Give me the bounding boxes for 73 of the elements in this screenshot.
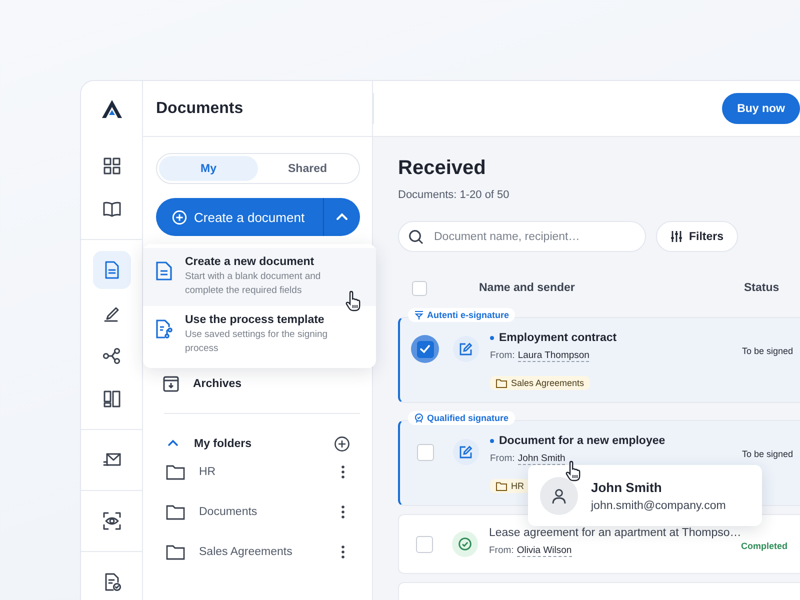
folder-item[interactable]: Sales Agreements — [199, 546, 341, 558]
signature-icon — [414, 310, 424, 320]
select-all-checkbox[interactable] — [412, 280, 427, 296]
folder-icon — [496, 482, 507, 490]
badge-icon — [414, 413, 424, 423]
page-title: Documents — [156, 100, 244, 118]
more-options-icon[interactable] — [341, 545, 345, 559]
sliders-icon — [670, 230, 683, 243]
check-icon — [419, 343, 431, 355]
document-title[interactable]: Lease agreement for an apartment at Thompso… — [489, 527, 742, 539]
sender-link[interactable]: Laura Thompson — [518, 350, 590, 362]
menu-item-description: Use saved settings for the signing process — [185, 328, 329, 356]
search-field[interactable]: Document name, recipient… — [398, 221, 646, 252]
folders-heading: My folders — [194, 438, 253, 450]
document-icon — [155, 261, 173, 281]
signature-tag: Autenti e-signature — [408, 308, 516, 322]
plus-circle-icon — [172, 210, 187, 224]
folder-tag[interactable]: HR — [490, 479, 530, 493]
folder-item[interactable]: Documents — [199, 506, 341, 518]
book-icon — [102, 199, 122, 219]
column-header: Name and sender — [479, 282, 576, 294]
status-text: To be signed — [742, 346, 794, 356]
folder-icon — [166, 504, 185, 520]
folder-icon — [166, 464, 185, 480]
row-checkbox[interactable] — [416, 340, 434, 358]
nodes-icon — [102, 346, 122, 366]
folder-item[interactable]: HR — [199, 466, 341, 478]
edit-document-icon — [453, 439, 479, 465]
status-text: Completed — [741, 541, 788, 551]
more-options-icon[interactable] — [341, 465, 345, 479]
tab[interactable]: Shared — [258, 156, 357, 181]
hand-cursor-icon — [344, 290, 362, 312]
sender-name: John Smith — [591, 480, 663, 494]
folder-icon — [496, 378, 507, 388]
check-circle-icon — [452, 531, 478, 557]
menu-item-title: Create a new document — [185, 256, 316, 268]
document-flow-icon — [155, 319, 173, 339]
from-label: From: — [490, 350, 515, 362]
document-title[interactable]: Employment contract — [499, 332, 617, 344]
archives-item[interactable]: Archives — [156, 375, 360, 393]
unread-dot — [490, 439, 494, 443]
status-text: To be signed — [742, 449, 794, 459]
person-icon — [550, 486, 568, 504]
more-options-icon[interactable] — [341, 505, 345, 519]
from-label: From: — [489, 545, 514, 557]
menu-item-title: Use the process template — [185, 314, 326, 326]
signature-tag: Qualified signature — [408, 411, 515, 425]
folder-tag[interactable]: Sales Agreements — [490, 376, 590, 390]
tab[interactable]: My — [159, 156, 258, 181]
archive-box-icon — [162, 375, 180, 393]
document-count: Documents: 1-20 of 50 — [398, 189, 510, 201]
folder-icon — [166, 544, 185, 560]
filters-button[interactable]: Filters — [656, 221, 738, 252]
buy-now-button[interactable]: Buy now — [722, 93, 800, 124]
section-title: Received — [398, 157, 487, 180]
menu-item[interactable]: Use the process template Use saved settings for the signing process — [143, 306, 376, 364]
from-label: From: — [490, 453, 515, 465]
chevron-icon — [167, 437, 179, 449]
create-document-button[interactable]: Create a document — [156, 198, 324, 236]
unread-dot — [490, 336, 494, 340]
eye-scan-icon — [102, 511, 122, 531]
sender-email: john.smith@company.com — [591, 500, 726, 512]
sender-link[interactable]: Olivia Wilson — [516, 545, 572, 557]
logo-icon — [100, 99, 122, 119]
grid-icon — [102, 156, 122, 176]
expand-button[interactable] — [324, 198, 360, 236]
add-folder-icon[interactable] — [334, 436, 350, 452]
document-title[interactable]: Document for a new employee — [499, 435, 666, 447]
column-header: Status — [744, 282, 780, 294]
menu-item-description: Start with a blank document and complete the required fields — [185, 270, 322, 298]
layout-icon — [102, 389, 122, 409]
edit-document-icon — [453, 336, 479, 362]
nav-button[interactable] — [92, 251, 130, 289]
